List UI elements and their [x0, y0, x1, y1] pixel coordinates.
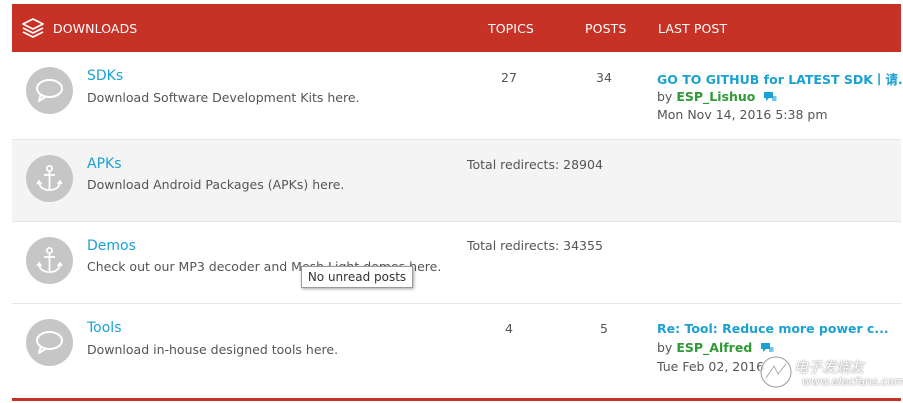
- forum-description: Download Software Development Kits here.: [87, 90, 360, 105]
- watermark-url: www.elecfans.com: [802, 375, 903, 388]
- downloads-forum-list: DOWNLOADS TOPICS POSTS LAST POST SDKs Do…: [12, 4, 903, 398]
- category-footer-bar: [12, 398, 901, 401]
- watermark: 电子发烧友 www.elecfans.com: [758, 352, 903, 392]
- by-label: by: [657, 89, 673, 104]
- last-post-date: Tue Feb 02, 2016: [657, 359, 765, 374]
- last-post-title[interactable]: GO TO GITHUB for LATEST SDK丨请...: [657, 69, 903, 88]
- forum-title-tools[interactable]: Tools: [87, 320, 122, 336]
- total-redirects: Total redirects: 28904: [467, 157, 603, 172]
- speech-bubble-icon[interactable]: [26, 319, 73, 366]
- username-link[interactable]: ESP_Alfred: [676, 340, 752, 355]
- topics-count: 4: [505, 321, 513, 336]
- speech-bubble-icon[interactable]: [26, 67, 73, 114]
- forum-title-apks[interactable]: APKs: [87, 156, 122, 172]
- layers-icon: [22, 18, 44, 38]
- topics-count: 27: [501, 70, 517, 85]
- total-redirects: Total redirects: 34355: [467, 238, 603, 253]
- forum-title-demos[interactable]: Demos: [87, 238, 136, 254]
- forum-row-demos: Demos Check out our MP3 decoder and Mesh…: [12, 222, 901, 304]
- forum-row-sdks: SDKs Download Software Development Kits …: [12, 52, 903, 140]
- posts-count: 34: [596, 70, 612, 85]
- posts-column-header: POSTS: [585, 21, 627, 36]
- last-post-author: by ESP_Alfred: [657, 340, 774, 355]
- posts-count: 5: [600, 321, 608, 336]
- watermark-logo-icon: [759, 355, 793, 389]
- username-link[interactable]: ESP_Lishuo: [676, 89, 755, 104]
- forum-description: Download in-house designed tools here.: [87, 342, 339, 357]
- forum-title-sdks[interactable]: SDKs: [87, 68, 123, 84]
- last-post-column-header: LAST POST: [658, 21, 728, 36]
- forum-row-apks: APKs Download Android Packages (APKs) he…: [12, 140, 901, 222]
- forum-description: Download Android Packages (APKs) here.: [87, 177, 345, 192]
- tooltip: No unread posts: [301, 266, 413, 288]
- last-post-title[interactable]: Re: Tool: Reduce more power c...: [657, 321, 889, 336]
- by-label: by: [657, 340, 673, 355]
- last-post-date: Mon Nov 14, 2016 5:38 pm: [657, 107, 828, 122]
- anchor-icon[interactable]: [26, 237, 73, 284]
- anchor-icon[interactable]: [26, 155, 73, 202]
- last-post-author: by ESP_Lishuo: [657, 89, 777, 104]
- category-title[interactable]: DOWNLOADS: [53, 21, 137, 36]
- topics-column-header: TOPICS: [488, 21, 534, 36]
- category-header: DOWNLOADS TOPICS POSTS LAST POST: [12, 4, 901, 52]
- watermark-text: 电子发烧友: [794, 360, 864, 376]
- goto-last-post-icon[interactable]: [763, 91, 777, 103]
